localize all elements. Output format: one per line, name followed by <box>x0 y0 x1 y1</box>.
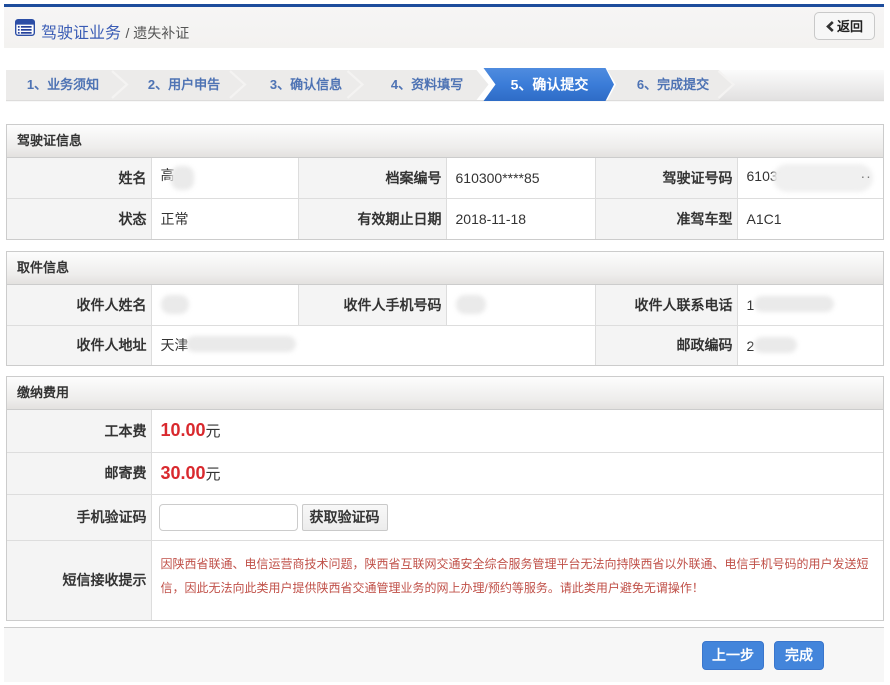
svg-text:5、确认提交: 5、确认提交 <box>511 77 589 93</box>
svg-text:1、业务须知: 1、业务须知 <box>27 77 99 92</box>
svg-text:4、资料填写: 4、资料填写 <box>391 77 463 92</box>
svg-text:6、完成提交: 6、完成提交 <box>637 77 709 92</box>
svg-text:2、用户申告: 2、用户申告 <box>148 77 220 92</box>
svg-text:3、确认信息: 3、确认信息 <box>270 77 342 92</box>
